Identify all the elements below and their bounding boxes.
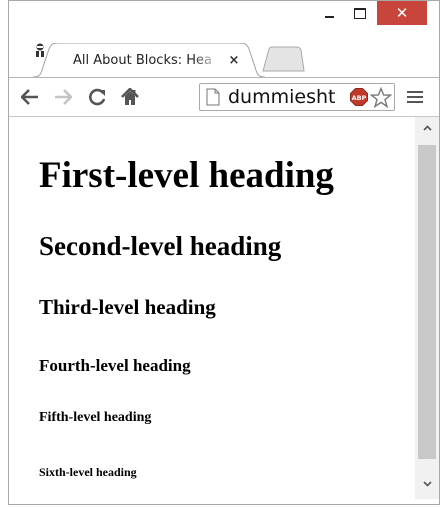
abp-icon[interactable]: ABP (350, 88, 368, 106)
menu-line (407, 101, 423, 103)
maximize-button[interactable] (346, 1, 374, 25)
menu-line (407, 91, 423, 93)
scroll-down-icon[interactable] (423, 481, 432, 487)
heading-level-3: Third-level heading (39, 295, 216, 319)
hamburger-menu-icon[interactable] (407, 91, 423, 106)
heading-level-2: Second-level heading (39, 231, 282, 261)
dummies-man-icon (36, 43, 44, 57)
forward-arrow-icon (55, 89, 72, 105)
home-icon (121, 88, 139, 105)
tab-close-icon[interactable]: × (227, 52, 241, 70)
tab-active[interactable]: All About Blocks: Hea × (33, 43, 265, 77)
reload-button[interactable] (87, 86, 109, 108)
star-icon[interactable] (370, 87, 392, 108)
svg-text:ABP: ABP (352, 94, 367, 102)
home-button[interactable] (119, 86, 141, 108)
heading-level-6: Sixth-level heading (39, 465, 137, 479)
heading-level-4: Fourth-level heading (39, 356, 191, 375)
tab-title-fade (193, 51, 225, 71)
back-button[interactable] (19, 86, 41, 108)
browser-window: ✕ All About Blocks: Hea × dummiesht ABP … (8, 0, 440, 505)
scrollbar-thumb[interactable] (418, 145, 436, 459)
back-arrow-icon (21, 89, 38, 105)
forward-button[interactable] (52, 86, 74, 108)
reload-icon (89, 88, 106, 106)
heading-level-1: First-level heading (39, 155, 334, 196)
scroll-up-icon[interactable] (423, 125, 432, 131)
minimize-icon (324, 16, 334, 18)
address-text[interactable]: dummiesht (228, 86, 348, 108)
browser-toolbar: dummiesht ABP (9, 77, 439, 117)
minimize-button[interactable] (315, 1, 343, 25)
title-bar: ✕ All About Blocks: Hea × (9, 1, 439, 77)
address-bar[interactable]: dummiesht ABP (199, 83, 395, 111)
page-icon (206, 88, 220, 106)
menu-line (407, 96, 423, 98)
maximize-icon (354, 7, 366, 19)
heading-level-5: Fifth-level heading (39, 410, 152, 425)
close-window-button[interactable]: ✕ (377, 1, 427, 25)
vertical-scrollbar[interactable] (415, 117, 439, 499)
new-tab-button[interactable] (261, 46, 305, 72)
close-icon: ✕ (395, 3, 409, 22)
page-content: First-level heading Second-level heading… (9, 117, 415, 499)
